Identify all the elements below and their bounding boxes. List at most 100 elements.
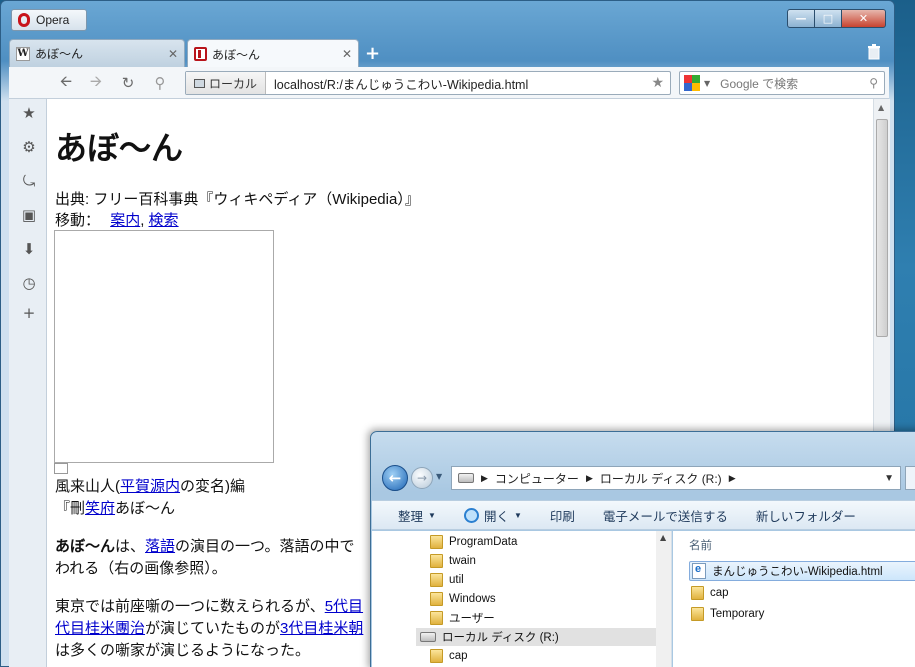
search-engine-dropdown-icon[interactable]: ▼ — [704, 79, 710, 88]
breadcrumb-computer[interactable]: コンピューター — [495, 470, 579, 487]
search-box[interactable]: ▼ Google で検索 ⚲ — [679, 71, 885, 95]
add-panel-icon[interactable]: + — [21, 304, 37, 322]
trash-icon[interactable] — [867, 44, 881, 60]
minimize-button[interactable]: — — [787, 9, 815, 28]
folder-icon — [430, 573, 443, 587]
key-icon[interactable]: ⚲ — [149, 73, 171, 93]
url-text[interactable]: localhost/R:/まんじゅうこわい-Wikipedia.html — [266, 74, 528, 93]
tree-item-windows[interactable]: Windows — [430, 590, 496, 608]
unite-share-icon[interactable]: ⤿ — [21, 172, 37, 190]
explorer-address-bar[interactable]: ▶ コンピューター ▶ ローカル ディスク (R:) ▶ ▼ — [451, 466, 901, 490]
address-bar[interactable]: ローカル localhost/R:/まんじゅうこわい-Wikipedia.htm… — [185, 71, 671, 95]
breadcrumb-arrow-icon[interactable]: ▶ — [729, 473, 736, 484]
tree-item-cap[interactable]: cap — [430, 647, 468, 665]
search-icon[interactable]: ⚲ — [869, 76, 878, 90]
link-5th-gen[interactable]: 5代目 — [325, 598, 363, 615]
caption-text-2: の変名)編 — [180, 478, 246, 495]
tab-2-label: あぼ〜ん — [212, 47, 261, 62]
tree-item-users[interactable]: ユーザー — [430, 609, 495, 627]
explorer-nav-bar: ← → ▼ ▶ コンピューター ▶ ローカル ディスク (R:) ▶ ▼ — [379, 462, 915, 492]
local-badge[interactable]: ローカル — [186, 72, 267, 94]
computer-icon — [194, 78, 205, 88]
close-window-button[interactable]: ✕ — [841, 9, 886, 28]
explorer-forward-button[interactable]: → — [411, 467, 433, 489]
address-dropdown-icon[interactable]: ▼ — [884, 473, 894, 484]
breadcrumb-arrow-icon[interactable]: ▶ — [481, 473, 488, 484]
folder-icon — [430, 554, 443, 568]
scrollbar-thumb[interactable] — [876, 119, 888, 337]
organize-button[interactable]: 整理 ▼ — [372, 506, 450, 525]
nav-link-guide[interactable]: 案内 — [110, 212, 140, 229]
tree-item-programdata[interactable]: ProgramData — [430, 533, 517, 551]
caption-text: 風来山人( — [55, 478, 120, 495]
explorer-back-button[interactable]: ← — [382, 465, 408, 491]
folder-icon — [430, 611, 443, 625]
google-logo-icon — [684, 75, 700, 91]
open-button[interactable]: 開く ▼ — [450, 506, 536, 525]
settings-gear-icon[interactable]: ⚙ — [21, 138, 37, 156]
tree-label: Windows — [449, 593, 496, 605]
back-arrow-icon[interactable]: 🡨 — [55, 72, 77, 93]
column-header-name[interactable]: 名前 — [689, 537, 712, 553]
drive-icon — [420, 632, 436, 642]
link-beidanji[interactable]: 代目桂米團治 — [55, 620, 145, 637]
explorer-refresh-button[interactable] — [905, 466, 915, 490]
tab-1-close-icon[interactable]: ✕ — [168, 47, 178, 61]
tab-1[interactable]: W あぼ〜ん ✕ — [9, 39, 185, 67]
explorer-window: ← → ▼ ▶ コンピューター ▶ ローカル ディスク (R:) ▶ ▼ 整理 ▼… — [370, 431, 915, 667]
notes-icon[interactable]: ▣ — [21, 206, 37, 224]
page-favicon-icon — [194, 47, 207, 61]
email-button[interactable]: 電子メールで送信する — [589, 506, 742, 525]
tree-item-twain[interactable]: twain — [430, 552, 476, 570]
reload-icon[interactable]: ↻ — [117, 73, 139, 93]
link-beicho[interactable]: 3代目桂米朝 — [280, 620, 363, 637]
explorer-command-bar: 整理 ▼ 開く ▼ 印刷 電子メールで送信する 新しいフォルダー — [372, 500, 915, 530]
bookmarks-star-icon[interactable]: ★ — [21, 104, 37, 122]
open-label: 開く — [483, 509, 509, 524]
downloads-icon[interactable]: ⬇ — [21, 240, 37, 258]
caption-link-gennai[interactable]: 平賀源内 — [120, 478, 180, 495]
para1-mid: は、 — [115, 538, 146, 555]
history-clock-icon[interactable]: ◷ — [21, 274, 37, 292]
tab-bar: W あぼ〜ん ✕ あぼ〜ん ✕ + — [9, 37, 889, 68]
tab-2[interactable]: あぼ〜ん ✕ — [187, 39, 359, 68]
opera-menu-button[interactable]: Opera — [11, 9, 87, 31]
file-item-temporary[interactable]: Temporary — [689, 604, 915, 624]
file-label: Temporary — [710, 608, 765, 620]
tree-scroll-up-icon[interactable]: ▲ — [660, 533, 666, 542]
forward-arrow-icon[interactable]: 🡪 — [85, 72, 107, 93]
file-label: cap — [710, 587, 729, 599]
html-file-icon — [692, 563, 706, 579]
breadcrumb-arrow-icon[interactable]: ▶ — [586, 473, 593, 484]
para2-mid: が演じていたものが — [145, 620, 281, 637]
tree-label: ユーザー — [449, 613, 495, 625]
para1-rest: の演目の一つ。落語の中で — [175, 538, 355, 555]
bookmark-star-icon[interactable]: ★ — [651, 75, 664, 91]
tree-item-local-disk[interactable]: ローカル ディスク (R:) — [416, 628, 656, 646]
page-title: あぼ〜ん — [55, 130, 184, 166]
nav-link-search[interactable]: 検索 — [149, 212, 179, 229]
image-caption-2: 『刪笑府あぼ〜ん — [55, 497, 175, 518]
navigation-toolbar: 🡨 🡪 ↻ ⚲ ローカル localhost/R:/まんじゅうこわい-Wikip… — [9, 67, 889, 99]
paragraph-2-line-3: は多くの噺家が演じるようになった。 — [55, 642, 311, 659]
maximize-button[interactable]: □ — [814, 9, 842, 28]
new-folder-button[interactable]: 新しいフォルダー — [742, 506, 870, 525]
recent-pages-dropdown-icon[interactable]: ▼ — [436, 472, 442, 481]
wikipedia-favicon-icon: W — [16, 46, 30, 61]
opera-menu-label: Opera — [36, 13, 70, 27]
caption2-text: 『刪 — [55, 500, 86, 517]
file-item-cap[interactable]: cap — [689, 583, 915, 603]
tab-2-close-icon[interactable]: ✕ — [342, 47, 352, 61]
rakugo-link[interactable]: 落語 — [145, 538, 175, 555]
caption-link-shofu[interactable]: 笑府 — [85, 500, 115, 517]
tree-label: cap — [449, 650, 468, 662]
breadcrumb-local-disk[interactable]: ローカル ディスク (R:) — [600, 470, 722, 487]
tree-item-util[interactable]: util — [430, 571, 464, 589]
new-tab-button[interactable]: + — [365, 43, 380, 64]
file-item-html[interactable]: まんじゅうこわい-Wikipedia.html — [689, 561, 915, 581]
scroll-up-icon[interactable]: ▲ — [878, 103, 884, 112]
print-button[interactable]: 印刷 — [536, 506, 589, 525]
organize-label: 整理 — [398, 509, 424, 524]
tree-scrollbar[interactable]: ▲ — [656, 531, 671, 667]
image-magnify-icon[interactable] — [54, 463, 68, 474]
